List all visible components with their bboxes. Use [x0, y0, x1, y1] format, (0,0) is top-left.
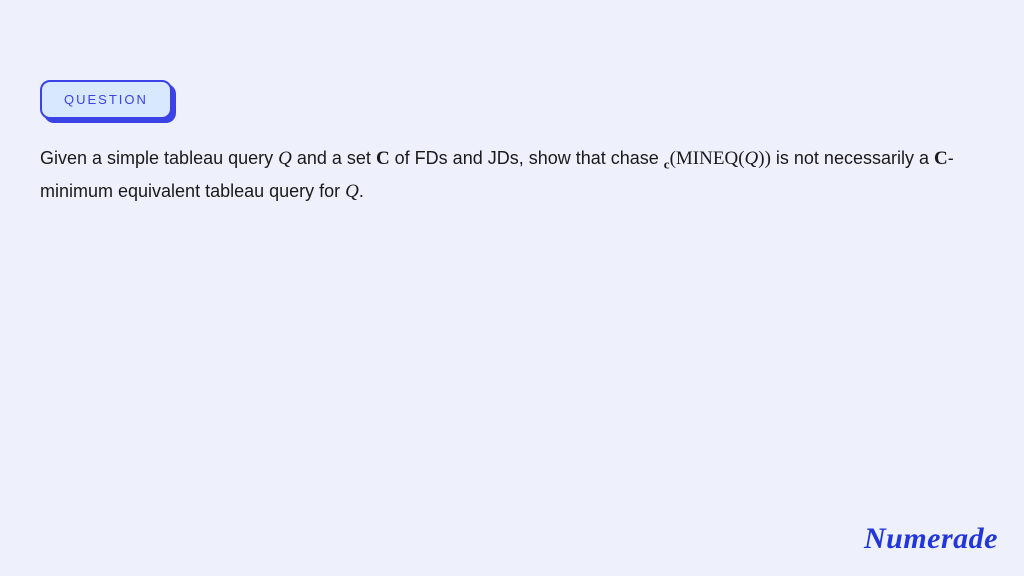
- content-area: QUESTION Given a simple tableau query Q …: [40, 80, 984, 208]
- math-Q: Q: [278, 148, 292, 169]
- math-C: C: [376, 148, 390, 169]
- text-segment: minimum equivalent tableau query for: [40, 181, 345, 201]
- math-paren: )): [758, 148, 771, 169]
- math-mineq: MINEQ: [676, 148, 738, 169]
- text-segment: -: [948, 148, 954, 168]
- text-segment: of FDs and JDs, show that chase: [390, 148, 664, 168]
- brand-logo: Numerade: [864, 522, 998, 556]
- text-segment: Given a simple tableau query: [40, 148, 278, 168]
- math-Q: Q: [345, 181, 359, 202]
- brand-logo-text: Numerade: [864, 522, 998, 555]
- text-segment: .: [359, 181, 364, 201]
- question-text: Given a simple tableau query Q and a set…: [40, 143, 984, 208]
- text-segment: and a set: [292, 148, 376, 168]
- text-segment: is not necessarily a: [771, 148, 934, 168]
- math-Q: Q: [745, 148, 759, 169]
- math-C: C: [934, 148, 948, 169]
- badge-label: QUESTION: [40, 80, 172, 119]
- question-badge: QUESTION: [40, 80, 172, 119]
